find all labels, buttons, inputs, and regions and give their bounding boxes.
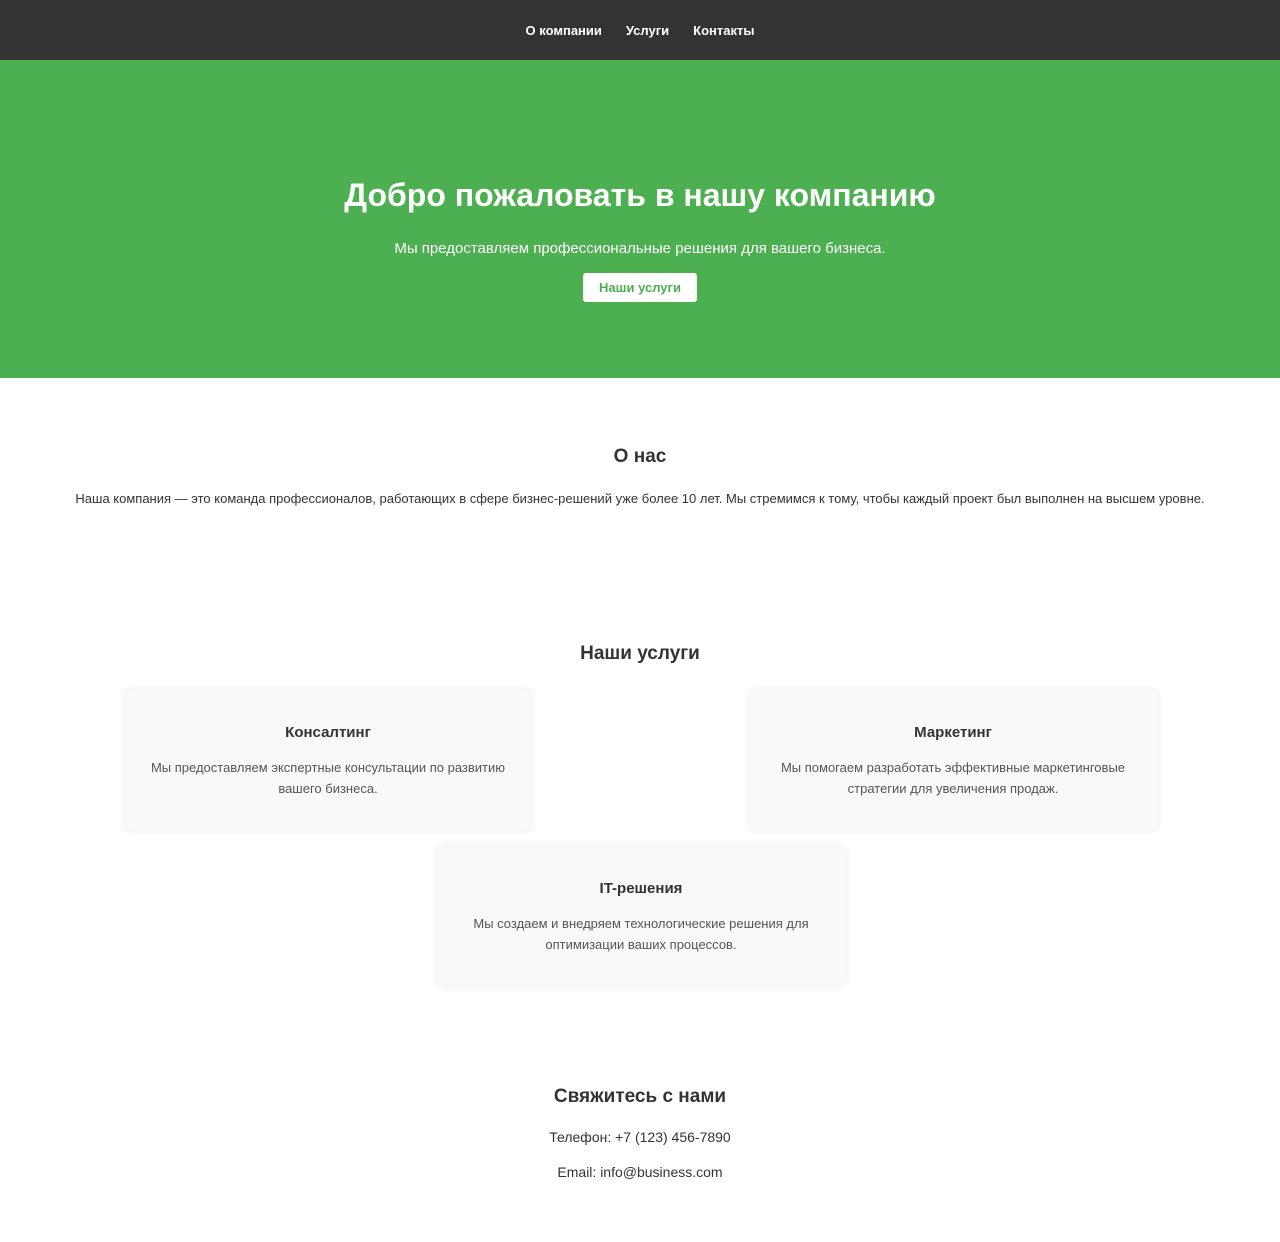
services-section: Наши услуги Консалтинг Мы предоставляем … — [0, 575, 1280, 1048]
nav-link-services[interactable]: Услуги — [626, 23, 669, 38]
nav-link-contacts[interactable]: Контакты — [693, 23, 754, 38]
service-card-consulting: Консалтинг Мы предоставляем экспертные к… — [124, 690, 532, 830]
our-services-button[interactable]: Наши услуги — [583, 273, 697, 303]
service-card-title: Консалтинг — [285, 724, 371, 741]
contact-phone: Телефон: +7 (123) 456-7890 — [549, 1129, 731, 1145]
about-section: О нас Наша компания — это команда профес… — [0, 378, 1280, 575]
hero-section: Добро пожаловать в нашу компанию Мы пред… — [0, 60, 1280, 378]
contact-section: Свяжитесь с нами Телефон: +7 (123) 456-7… — [0, 1048, 1280, 1242]
about-text: Наша компания — это команда профессионал… — [75, 491, 1205, 506]
about-title: О нас — [613, 446, 667, 467]
service-card-text: Мы создаем и внедряем технологические ре… — [473, 916, 809, 952]
contact-title: Свяжитесь с нами — [553, 1086, 727, 1107]
service-card-it: IT-решения Мы создаем и внедряем техноло… — [437, 846, 845, 986]
service-card-marketing: Маркетинг Мы помогаем разработать эффект… — [749, 690, 1157, 830]
service-card-title: IT-решения — [599, 880, 683, 897]
hero-title: Добро пожаловать в нашу компанию — [344, 177, 936, 213]
service-card-text: Мы предоставляем экспертные консультации… — [150, 760, 506, 796]
top-navigation: О компании Услуги Контакты — [0, 0, 1280, 60]
nav-link-about[interactable]: О компании — [526, 23, 602, 38]
contact-email: Email: info@business.com — [557, 1164, 723, 1180]
service-card-title: Маркетинг — [914, 724, 992, 741]
service-cards: Консалтинг Мы предоставляем экспертные к… — [0, 690, 1280, 1010]
hero-subtitle: Мы предоставляем профессиональные решени… — [394, 240, 886, 258]
services-title: Наши услуги — [580, 643, 700, 664]
service-card-text: Мы помогаем разработать эффективные марк… — [780, 760, 1126, 796]
